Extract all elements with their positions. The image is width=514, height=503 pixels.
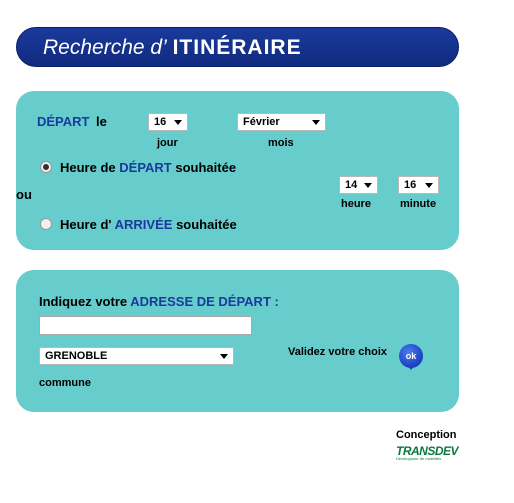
address-panel <box>16 270 459 412</box>
hour-label: heure <box>341 198 371 210</box>
minute-select-value: 16 <box>404 179 417 191</box>
ok-button[interactable]: ok <box>399 344 423 370</box>
minute-label: minute <box>400 198 437 210</box>
le-label: le <box>96 114 107 129</box>
arrivee-time-highlight: ARRIVÉE <box>114 217 173 232</box>
arrivee-time-radio[interactable] <box>40 218 52 230</box>
day-select-value: 16 <box>154 116 167 128</box>
chevron-down-icon <box>312 120 320 125</box>
depart-label: DÉPART <box>37 114 90 129</box>
conception-label: Conception <box>396 429 457 441</box>
chevron-down-icon <box>174 120 182 125</box>
chevron-down-icon <box>220 354 228 359</box>
hour-select-value: 14 <box>345 179 358 191</box>
depart-time-prefix: Heure de <box>60 160 116 175</box>
chevron-down-icon <box>425 183 433 188</box>
banner-prefix: Recherche d’ <box>43 36 167 59</box>
or-label: ou <box>16 187 32 202</box>
address-prompt: Indiquez votre ADRESSE DE DÉPART : <box>39 294 279 309</box>
banner-title: ITINÉRAIRE <box>172 36 302 59</box>
depart-time-radio[interactable] <box>40 161 52 173</box>
arrivee-time-option-label: Heure d' ARRIVÉE souhaitée <box>60 217 237 232</box>
transdev-logo: TRANSDEV Développeur de mobilités <box>396 444 459 464</box>
address-input[interactable] <box>39 316 252 335</box>
arrivee-time-prefix: Heure d' <box>60 217 112 232</box>
month-select-value: Février <box>243 116 280 128</box>
depart-time-option-label: Heure de DÉPART souhaitée <box>60 160 236 175</box>
arrivee-time-suffix: souhaitée <box>176 217 237 232</box>
minute-select[interactable]: 16 <box>398 176 439 194</box>
address-prompt-text: Indiquez votre <box>39 294 128 309</box>
hour-select[interactable]: 14 <box>339 176 378 194</box>
day-label: jour <box>157 137 178 149</box>
month-select[interactable]: Février <box>237 113 326 131</box>
day-select[interactable]: 16 <box>148 113 188 131</box>
page-title: Recherche d’ ITINÉRAIRE <box>43 36 302 60</box>
commune-select-value: GRENOBLE <box>45 350 108 362</box>
validate-label: Validez votre choix <box>288 346 388 358</box>
month-label: mois <box>268 137 294 149</box>
commune-label: commune <box>39 377 91 389</box>
chevron-down-icon <box>364 183 372 188</box>
address-prompt-highlight: ADRESSE DE DÉPART : <box>130 294 279 309</box>
page-banner: Recherche d’ ITINÉRAIRE <box>16 27 459 67</box>
commune-select[interactable]: GRENOBLE <box>39 347 234 365</box>
depart-time-highlight: DÉPART <box>119 160 172 175</box>
depart-time-suffix: souhaitée <box>175 160 237 175</box>
